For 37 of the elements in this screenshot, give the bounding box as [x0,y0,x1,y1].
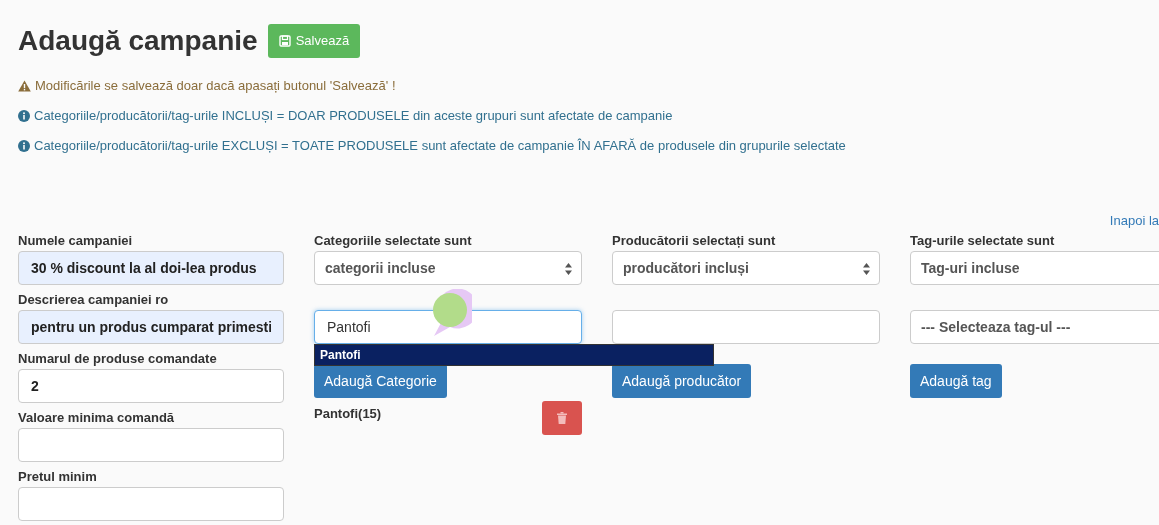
mode-select[interactable]: producători incluși [612,251,880,285]
tag-select[interactable]: --- Selecteaza tag-ul --- [910,310,1159,344]
warning-icon [18,80,31,92]
field-label: Producătorii selectați sunt [612,233,777,249]
info-icon [18,110,30,122]
text-field[interactable] [18,428,284,462]
add-button[interactable]: Adaugă Categorie [314,364,447,398]
mode-select[interactable]: Tag-uri incluse [910,251,1159,285]
add-button[interactable]: Adaugă tag [910,364,1002,398]
field-label: Descrierea campaniei ro [18,292,170,308]
save-icon [278,35,291,47]
search-field[interactable]: Pantofi [314,310,582,344]
trash-icon [557,412,567,424]
warning-text: Modificările se salvează doar dacă apasați butonul 'Salvează' ! [35,77,396,96]
info-icon [18,140,30,152]
select-arrows-icon [565,263,572,275]
field-label: Categoriile selectate sunt [314,233,473,249]
info-text: Categoriile/producătorii/tag-urile EXCLUȘI = TOATE PRODUSELE sunt afectate de campanie ÎN AFARĂ de produsele din grupurile selectate [34,137,846,156]
field-label: Pretul minim [18,469,98,485]
text-field[interactable] [18,487,284,521]
back-link[interactable]: Inapoi la [1109,213,1159,229]
text-field[interactable]: 30 % discount la al doi-lea produs [18,251,284,285]
select-arrows-icon [863,263,870,275]
info-text: Categoriile/producătorii/tag-urile INCLUȘI = DOAR PRODUSELE din aceste grupuri sunt afectate de campanie [34,107,673,126]
text-field[interactable]: 2 [18,369,284,403]
field-label: Numele campaniei [18,233,134,249]
mode-select[interactable]: categorii incluse [314,251,582,285]
text-field[interactable]: pentru un produs cumparat primesti [18,310,284,344]
suggestion-item[interactable]: Pantofi [315,345,713,365]
selected-item: Pantofi(15) [314,405,382,423]
page-title: Adaugă campanie [18,24,258,58]
search-field[interactable] [612,310,880,344]
field-label: Tag-urile selectate sunt [910,233,1056,249]
add-button[interactable]: Adaugă producător [612,364,752,398]
field-label: Numarul de produse comandate [18,351,218,367]
delete-button[interactable] [542,401,582,435]
field-label: Valoare minima comandă [18,410,176,426]
